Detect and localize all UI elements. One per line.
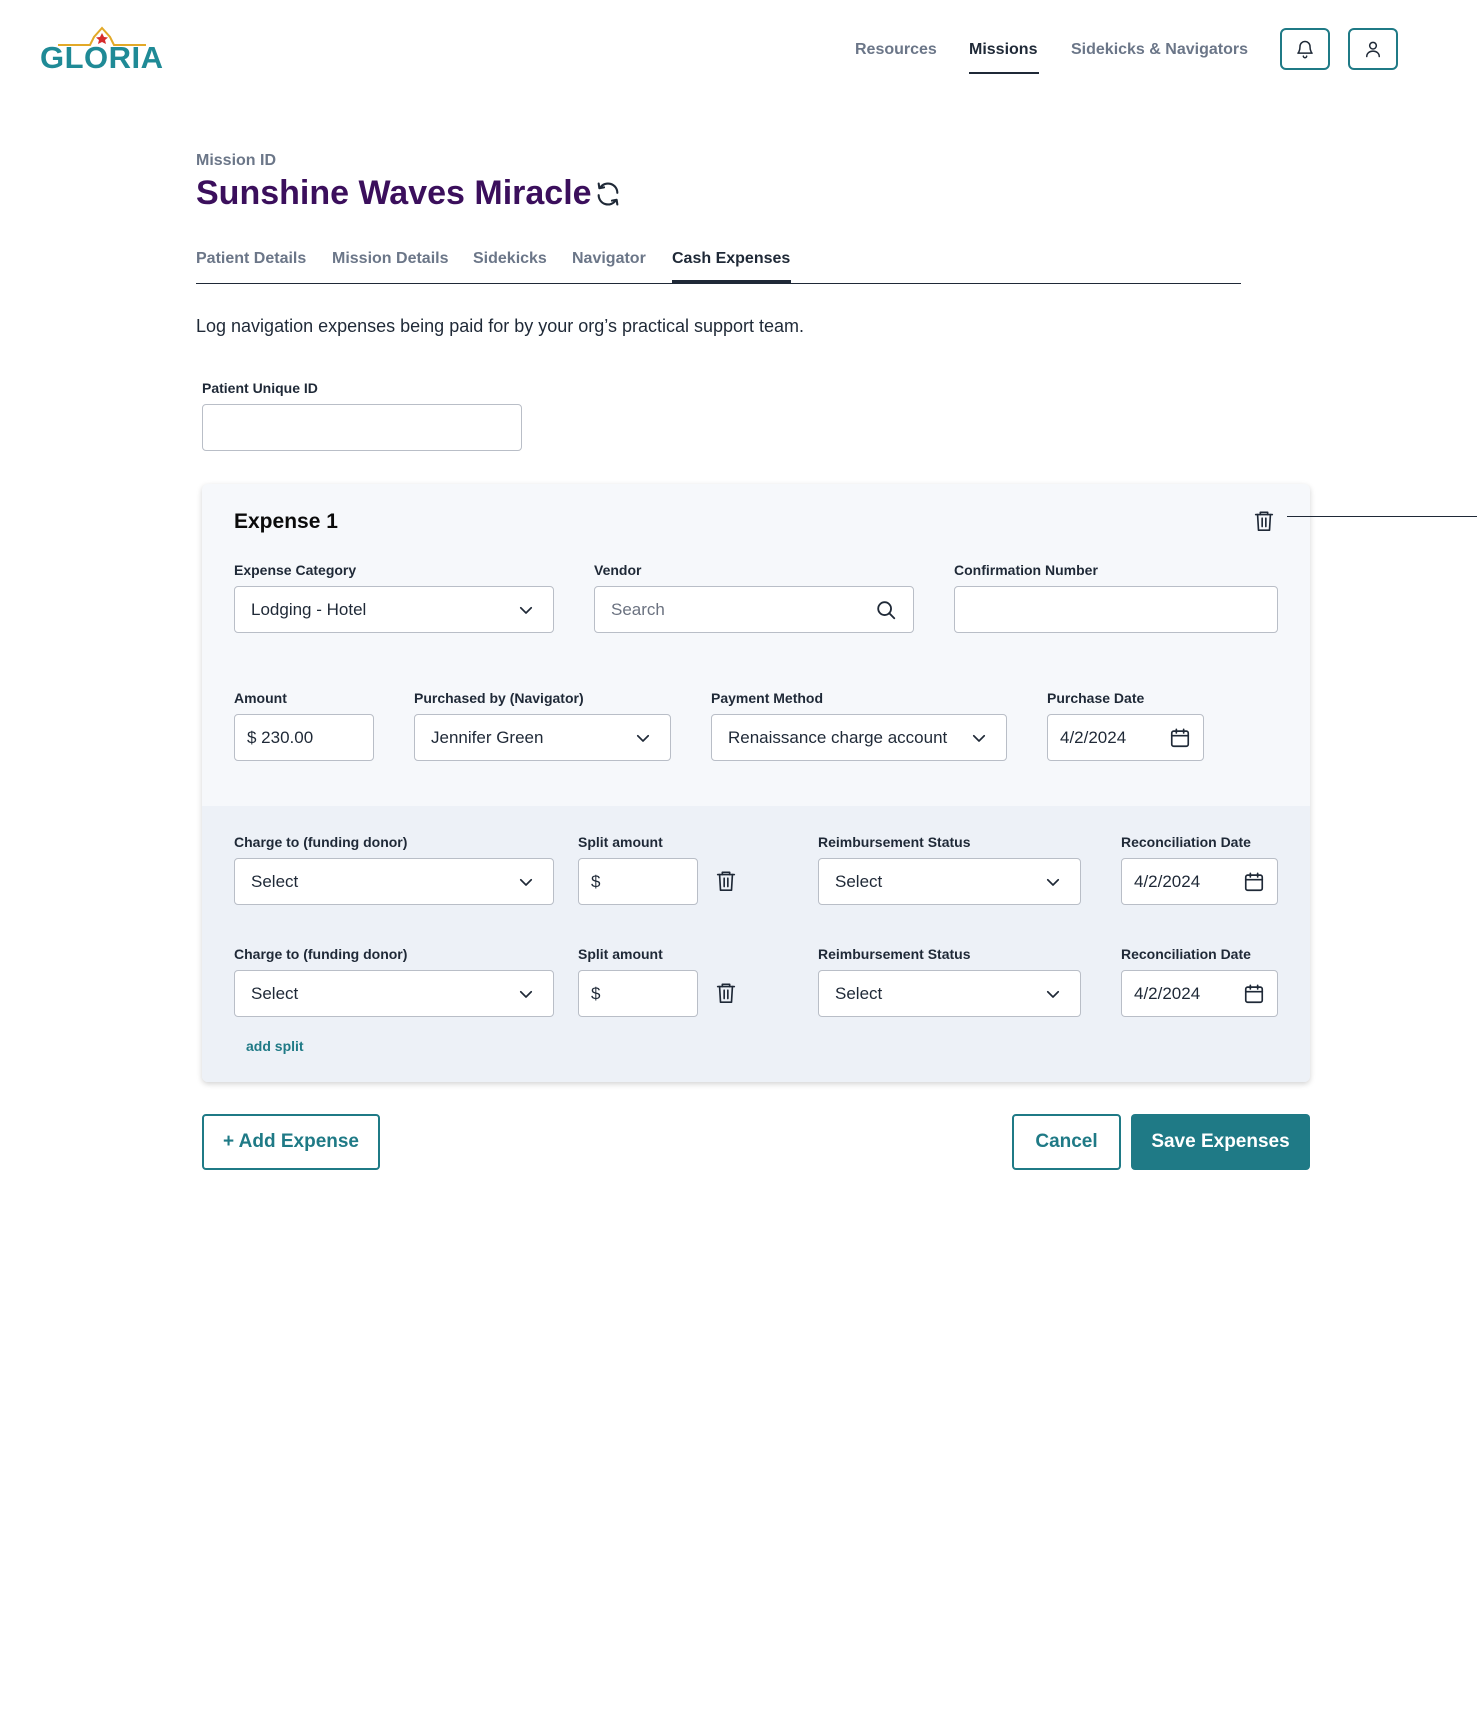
user-icon: [1366, 41, 1380, 58]
purchased-by-label: Purchased by (Navigator): [414, 690, 584, 706]
patient-id-input[interactable]: [202, 404, 522, 451]
payment-method-select[interactable]: Renaissance charge account: [711, 714, 1007, 761]
charge-to-value: Select: [251, 983, 299, 1003]
chevron-down-icon: [515, 871, 537, 893]
vendor-placeholder: Search: [611, 599, 665, 619]
purchase-date-input[interactable]: 4/2/2024: [1047, 714, 1204, 761]
tab-cash-expenses[interactable]: Cash Expenses: [672, 250, 790, 268]
calendar-icon[interactable]: [1243, 983, 1265, 1005]
reimbursement-status-value: Select: [835, 983, 883, 1003]
reconciliation-date-label: Reconciliation Date: [1121, 834, 1251, 850]
split-amount-value: $: [591, 871, 601, 891]
trash-icon: [716, 983, 736, 1003]
confirmation-number-input[interactable]: [954, 586, 1278, 633]
expense-card: Expense 1 Expense Category Lodging - Hot…: [202, 484, 1310, 1082]
profile-button[interactable]: [1348, 28, 1398, 70]
purchased-by-value: Jennifer Green: [431, 727, 544, 747]
reconciliation-date-value: 4/2/2024: [1134, 871, 1201, 891]
reimbursement-status-label: Reimbursement Status: [818, 946, 971, 962]
annotation-line: [1287, 516, 1477, 517]
split-amount-value: $: [591, 983, 601, 1003]
trash-icon: [716, 871, 736, 891]
chevron-down-icon: [515, 599, 537, 621]
nav-sidekicks-navigators[interactable]: Sidekicks & Navigators: [1071, 41, 1248, 59]
reimbursement-status-select[interactable]: Select: [818, 858, 1081, 905]
refresh-icon[interactable]: [594, 180, 622, 208]
vendor-label: Vendor: [594, 562, 642, 578]
chevron-down-icon: [968, 727, 990, 749]
split-amount-label: Split amount: [578, 946, 663, 962]
split-amount-input[interactable]: $: [578, 858, 698, 905]
calendar-icon[interactable]: [1243, 871, 1265, 893]
reimbursement-status-select[interactable]: Select: [818, 970, 1081, 1017]
tab-sidekicks[interactable]: Sidekicks: [473, 250, 547, 268]
purchase-date-value: 4/2/2024: [1060, 727, 1127, 747]
amount-value: $ 230.00: [247, 727, 314, 747]
split-amount-input[interactable]: $: [578, 970, 698, 1017]
reconciliation-date-input[interactable]: 4/2/2024: [1121, 970, 1278, 1017]
charge-to-select[interactable]: Select: [234, 970, 554, 1017]
reimbursement-status-value: Select: [835, 871, 883, 891]
delete-expense-button[interactable]: [1252, 508, 1276, 534]
tabs-divider: [196, 283, 1241, 284]
reconciliation-date-label: Reconciliation Date: [1121, 946, 1251, 962]
charge-to-label: Charge to (funding donor): [234, 946, 408, 962]
chevron-down-icon: [632, 727, 654, 749]
confirmation-label: Confirmation Number: [954, 562, 1098, 578]
calendar-icon[interactable]: [1169, 727, 1191, 749]
bell-icon: [1297, 40, 1313, 59]
chevron-down-icon: [1042, 983, 1064, 1005]
mission-id-label: Mission ID: [196, 152, 277, 169]
search-icon[interactable]: [875, 599, 897, 621]
tab-navigator[interactable]: Navigator: [572, 250, 646, 268]
nav-missions[interactable]: Missions: [969, 41, 1037, 59]
add-split-link[interactable]: add split: [246, 1038, 304, 1054]
tab-active-underline: [672, 280, 791, 283]
nav-resources[interactable]: Resources: [855, 41, 937, 59]
save-expenses-button[interactable]: Save Expenses: [1131, 1114, 1310, 1170]
nav-active-underline: [969, 72, 1039, 74]
patient-id-label: Patient Unique ID: [202, 380, 318, 396]
gloria-logo[interactable]: GLORIA: [40, 26, 163, 76]
expense-category-select[interactable]: Lodging - Hotel: [234, 586, 554, 633]
vendor-search-input[interactable]: Search: [594, 586, 914, 633]
amount-input[interactable]: $ 230.00: [234, 714, 374, 761]
amount-label: Amount: [234, 690, 287, 706]
tab-patient-details[interactable]: Patient Details: [196, 250, 306, 268]
trash-icon: [1254, 511, 1274, 531]
cancel-button[interactable]: Cancel: [1012, 1114, 1121, 1170]
split-amount-label: Split amount: [578, 834, 663, 850]
tab-mission-details[interactable]: Mission Details: [332, 250, 448, 268]
delete-split-button[interactable]: [714, 980, 738, 1006]
expense-category-label: Expense Category: [234, 562, 357, 578]
page-title: Sunshine Waves Miracle: [196, 174, 592, 212]
purchase-date-label: Purchase Date: [1047, 690, 1145, 706]
payment-method-label: Payment Method: [711, 690, 824, 706]
chevron-down-icon: [515, 983, 537, 1005]
delete-split-button[interactable]: [714, 868, 738, 894]
notifications-button[interactable]: [1280, 28, 1330, 70]
charge-to-select[interactable]: Select: [234, 858, 554, 905]
chevron-down-icon: [1042, 871, 1064, 893]
expense-title: Expense 1: [234, 510, 338, 533]
charge-to-value: Select: [251, 871, 299, 891]
purchased-by-select[interactable]: Jennifer Green: [414, 714, 671, 761]
intro-text: Log navigation expenses being paid for b…: [196, 316, 805, 336]
reimbursement-status-label: Reimbursement Status: [818, 834, 971, 850]
reconciliation-date-value: 4/2/2024: [1134, 983, 1201, 1003]
payment-method-value: Renaissance charge account: [728, 727, 948, 747]
add-expense-button[interactable]: + Add Expense: [202, 1114, 380, 1170]
expense-category-value: Lodging - Hotel: [251, 599, 367, 619]
logo-text: GLORIA: [40, 40, 164, 75]
reconciliation-date-input[interactable]: 4/2/2024: [1121, 858, 1278, 905]
charge-to-label: Charge to (funding donor): [234, 834, 408, 850]
